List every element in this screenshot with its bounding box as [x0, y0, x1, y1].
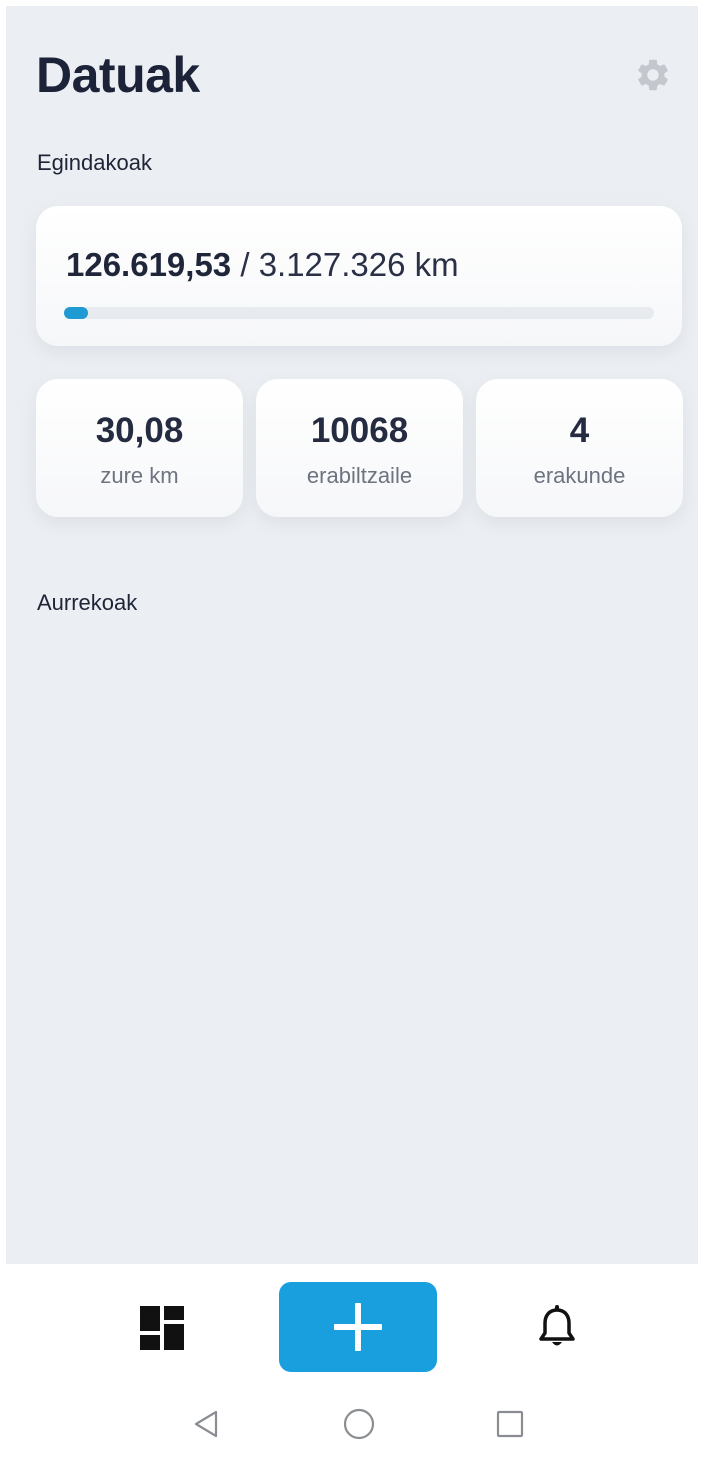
- total-distance-card: 126.619,53 / 3.127.326 km: [36, 206, 682, 346]
- back-triangle-icon[interactable]: [188, 1406, 224, 1442]
- stat-label: erabiltzaile: [306, 463, 413, 488]
- page-title: Datuak: [36, 47, 200, 103]
- total-separator: /: [231, 246, 259, 283]
- total-distance-text: 126.619,53 / 3.127.326 km: [66, 246, 459, 284]
- bell-icon[interactable]: [538, 1304, 576, 1352]
- stat-label: zure km: [100, 463, 179, 488]
- stat-label: erakunde: [533, 463, 626, 488]
- stat-value: 30,08: [95, 411, 184, 450]
- stat-value: 4: [569, 411, 590, 450]
- stat-value: 10068: [310, 411, 409, 450]
- stat-card-organizations: 4 erakunde: [476, 379, 683, 517]
- section-label-previous: Aurrekoak: [37, 590, 138, 615]
- plus-icon: [334, 1303, 382, 1351]
- recents-square-icon[interactable]: [492, 1406, 528, 1442]
- stat-card-users: 10068 erabiltzaile: [256, 379, 463, 517]
- home-circle-icon[interactable]: [341, 1406, 377, 1442]
- gear-icon[interactable]: [634, 56, 672, 94]
- stat-card-your-km: 30,08 zure km: [36, 379, 243, 517]
- progress-fill: [64, 307, 88, 319]
- section-label-done: Egindakoak: [37, 150, 152, 175]
- bottom-navigation: [0, 1264, 704, 1392]
- dashboard-grid-icon[interactable]: [140, 1306, 184, 1350]
- add-button[interactable]: [279, 1282, 437, 1372]
- total-done-value: 126.619,53: [66, 246, 232, 283]
- progress-bar: [64, 307, 654, 319]
- total-goal-value: 3.127.326 km: [258, 246, 459, 283]
- system-navigation-bar: [0, 1392, 704, 1463]
- data-screen: Datuak Egindakoak 126.619,53 / 3.127.326…: [6, 6, 698, 1264]
